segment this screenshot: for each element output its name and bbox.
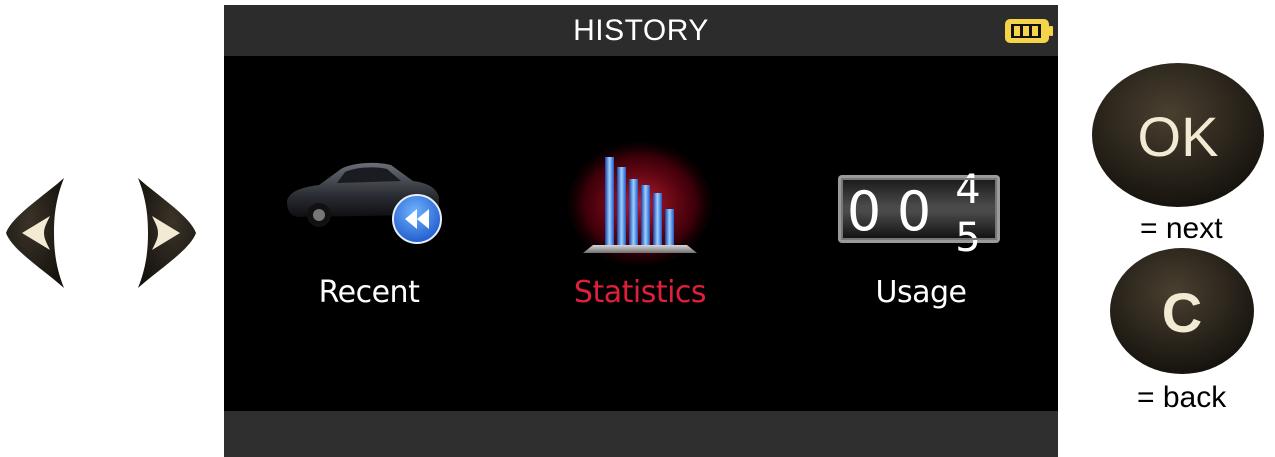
counter-digit-1: 0 bbox=[847, 180, 881, 243]
screen-title: HISTORY bbox=[573, 13, 709, 47]
ok-button-label: OK bbox=[1138, 105, 1219, 168]
c-button-label: C bbox=[1162, 281, 1202, 344]
counter-digit-2: 0 bbox=[897, 180, 931, 243]
device-screen: HISTORY Recent Statistics 0 0 4 5 Usage bbox=[224, 5, 1058, 457]
menu-label-statistics: Statistics bbox=[573, 275, 707, 310]
counter-rolling-bottom: 5 bbox=[955, 215, 980, 255]
bottom-bar bbox=[224, 411, 1058, 457]
c-button[interactable]: C bbox=[1108, 246, 1256, 376]
car-rewind-icon bbox=[239, 145, 499, 265]
menu-item-usage[interactable]: 0 0 4 5 Usage bbox=[791, 145, 1051, 315]
menu-label-recent: Recent bbox=[318, 275, 420, 310]
odometer-counter-icon: 0 0 4 5 bbox=[791, 145, 1051, 265]
menu-label-usage: Usage bbox=[875, 275, 967, 310]
menu-item-statistics[interactable]: Statistics bbox=[510, 142, 770, 315]
arrow-right-icon bbox=[138, 178, 196, 288]
battery-full-icon bbox=[1004, 18, 1054, 44]
counter-rolling-top: 4 bbox=[955, 167, 980, 213]
c-hint: = back bbox=[1137, 381, 1227, 414]
ok-button[interactable]: OK bbox=[1089, 60, 1267, 210]
right-arrow-button[interactable] bbox=[134, 176, 198, 290]
title-bar: HISTORY bbox=[224, 5, 1058, 56]
ok-hint: = next bbox=[1140, 212, 1223, 245]
menu-item-recent[interactable]: Recent bbox=[239, 145, 499, 315]
arrow-left-icon bbox=[6, 178, 64, 288]
bar-chart-icon bbox=[510, 142, 770, 265]
left-arrow-button[interactable] bbox=[4, 176, 68, 290]
